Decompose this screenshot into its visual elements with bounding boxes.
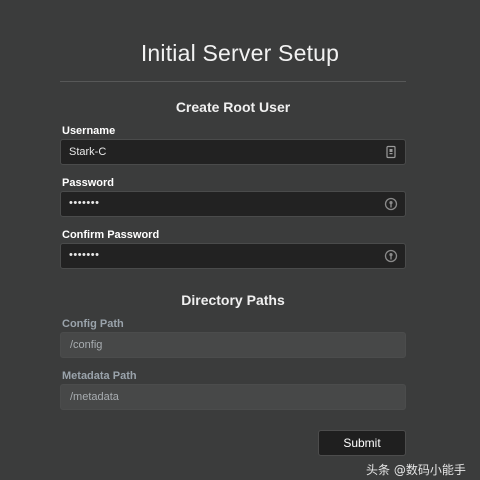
confirm-password-value: ••••••• (69, 249, 100, 261)
confirm-password-label: Confirm Password (62, 229, 160, 241)
section-title-root-user: Create Root User (175, 99, 291, 115)
autofill-card-icon[interactable] (384, 145, 398, 159)
metadata-path-value: /metadata (70, 391, 119, 403)
key-reveal-icon[interactable] (384, 249, 398, 263)
page-title: Initial Server Setup (140, 40, 340, 66)
watermark: 头条 @数码小能手 (366, 463, 466, 477)
username-label: Username (62, 125, 116, 137)
config-path-value: /config (70, 339, 103, 351)
username-field[interactable]: Stark-C (60, 139, 406, 165)
metadata-path-label: Metadata Path (62, 370, 137, 382)
title-divider (60, 81, 406, 82)
key-reveal-icon[interactable] (384, 197, 398, 211)
password-field[interactable]: ••••••• (60, 191, 406, 217)
config-path-field: /config (60, 332, 406, 358)
submit-button[interactable]: Submit (318, 430, 406, 456)
password-value: ••••••• (69, 197, 100, 209)
password-label: Password (62, 177, 114, 189)
confirm-password-field[interactable]: ••••••• (60, 243, 406, 269)
section-title-directory-paths: Directory Paths (181, 292, 285, 308)
config-path-label: Config Path (62, 318, 124, 330)
username-value: Stark-C (69, 146, 107, 158)
metadata-path-field: /metadata (60, 384, 406, 410)
